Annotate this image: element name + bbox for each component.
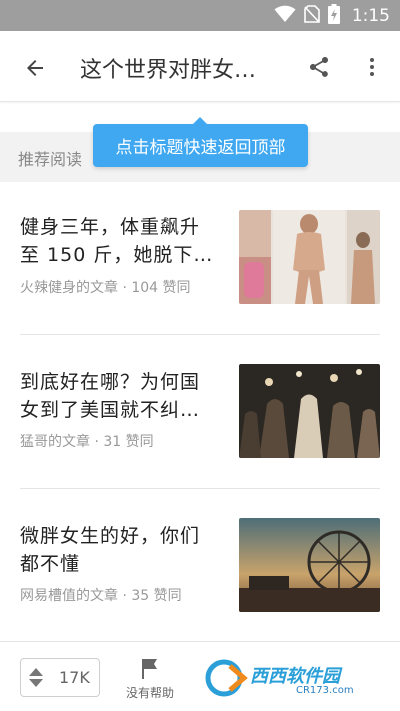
no-sim-icon (304, 5, 320, 27)
bottom-action-bar: 17K 没有帮助 (0, 641, 400, 711)
downvote-icon (29, 679, 43, 687)
article-title: 健身三年，体重飙升至 150 斤，她脱下… (20, 216, 214, 266)
back-button[interactable] (20, 53, 50, 83)
article-meta: 火辣健身的文章 · 104 赞同 (20, 280, 191, 296)
article-meta: 网易槽值的文章 · 35 赞同 (20, 588, 182, 604)
status-icons: 1:15 (274, 4, 390, 28)
no-help-button[interactable]: 没有帮助 (118, 654, 182, 704)
article-item[interactable]: 健身三年，体重飙升至 150 斤，她脱下… 火辣健身的文章 · 104 赞同 (0, 182, 400, 336)
article-item[interactable]: 到底好在哪？为何国女到了美国就不纠… 猛哥的文章 · 31 赞同 (0, 335, 400, 489)
more-options-button[interactable] (356, 51, 388, 83)
vote-button[interactable]: 17K (20, 658, 100, 697)
page-title[interactable]: 这个世界对胖女… (80, 52, 285, 84)
article-title: 到底好在哪？为何国女到了美国就不纠… (20, 371, 201, 421)
article-thumbnail (239, 518, 380, 612)
share-button[interactable] (303, 51, 335, 83)
app-bar: 这个世界对胖女… (0, 31, 400, 102)
share-icon (310, 57, 328, 77)
article-thumbnail (239, 364, 380, 458)
wifi-icon (274, 5, 296, 27)
vote-arrows (21, 668, 51, 687)
article-meta: 猛哥的文章 · 31 赞同 (20, 434, 154, 450)
status-time: 1:15 (351, 6, 390, 26)
battery-charging-icon (327, 4, 340, 28)
vote-count: 17K (59, 668, 90, 687)
article-title: 微胖女生的好，你们都不懂 (20, 525, 201, 575)
flag-icon (142, 659, 157, 679)
status-bar: 1:15 (0, 0, 400, 31)
section-label: 推荐阅读 (18, 150, 83, 169)
no-help-label: 没有帮助 (125, 686, 174, 700)
article-thumbnail (239, 210, 380, 304)
arrow-back-icon (27, 60, 43, 76)
scroll-to-top-tooltip[interactable]: 点击标题快速返回顶部 (93, 117, 308, 167)
article-item[interactable]: 微胖女生的好，你们都不懂 网易槽值的文章 · 35 赞同 (0, 489, 400, 643)
upvote-icon (29, 668, 43, 676)
more-vert-icon (370, 58, 374, 76)
